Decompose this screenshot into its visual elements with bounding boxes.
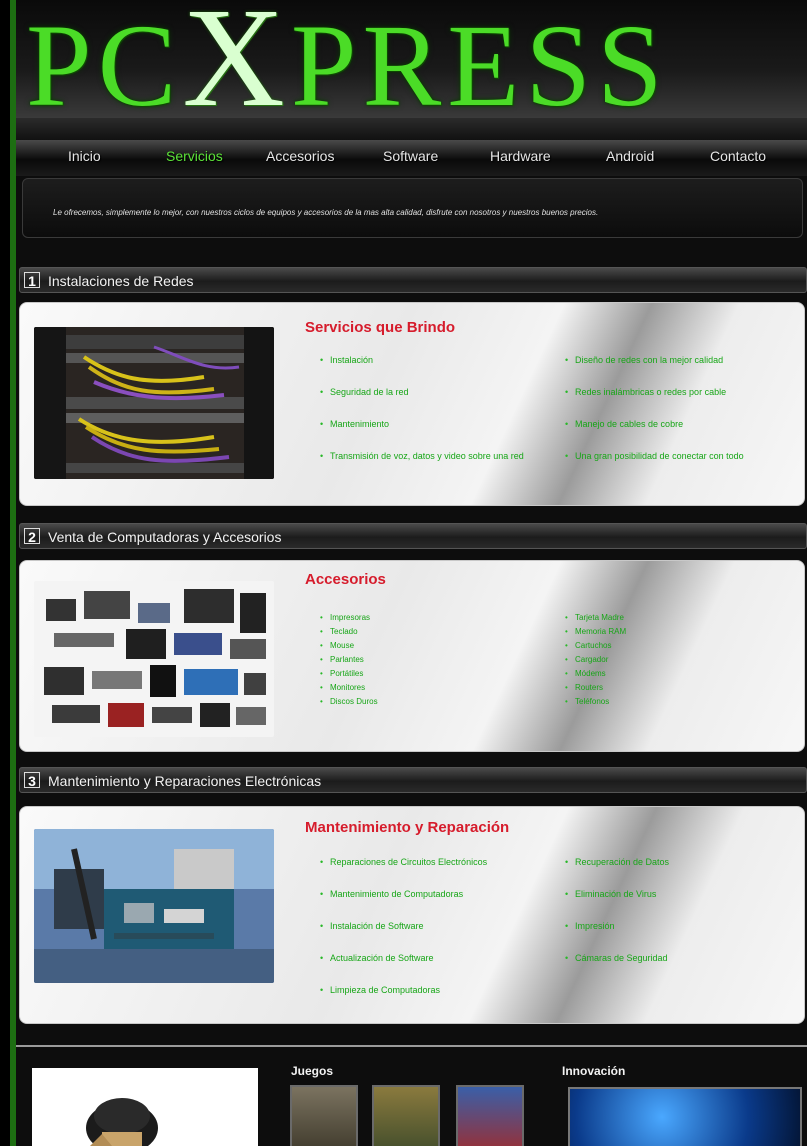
- footer-avatar-image: [32, 1068, 258, 1146]
- list-item: Módems: [565, 669, 606, 678]
- list-item: Mantenimiento: [320, 419, 389, 429]
- list-item: Parlantes: [320, 655, 364, 664]
- list-item: Cámaras de Seguridad: [565, 953, 668, 963]
- list-item: Routers: [565, 683, 603, 692]
- list-item: Limpieza de Computadoras: [320, 985, 440, 995]
- list-item: Portátiles: [320, 669, 363, 678]
- list-item: Discos Duros: [320, 697, 378, 706]
- list-item: Seguridad de la red: [320, 387, 409, 397]
- nav-software[interactable]: Software: [383, 148, 438, 164]
- nav-android[interactable]: Android: [606, 148, 654, 164]
- main-nav: Inicio Servicios Accesorios Software Har…: [16, 140, 807, 176]
- nav-hardware[interactable]: Hardware: [490, 148, 551, 164]
- list-item: Teclado: [320, 627, 358, 636]
- section-1-title: Instalaciones de Redes: [48, 273, 194, 289]
- section-3-card: Mantenimiento y Reparación Reparaciones …: [19, 806, 805, 1024]
- nav-inicio[interactable]: Inicio: [68, 148, 101, 164]
- list-item: Una gran posibilidad de conectar con tod…: [565, 451, 744, 461]
- section-2-heading: Accesorios: [305, 571, 386, 588]
- list-item: Cartuchos: [565, 641, 611, 650]
- list-item: Cargador: [565, 655, 608, 664]
- header-subband: [16, 118, 807, 140]
- accessories-image: [34, 581, 274, 737]
- section-3-title: Mantenimiento y Reparaciones Electrónica…: [48, 773, 322, 789]
- innovation-image[interactable]: [568, 1087, 802, 1146]
- section-3-heading: Mantenimiento y Reparación: [305, 819, 510, 836]
- nav-servicios[interactable]: Servicios: [166, 148, 223, 164]
- footer-innovation-title: Innovación: [562, 1064, 626, 1078]
- section-1-heading: Servicios que Brindo: [305, 319, 456, 336]
- list-item: Instalación de Software: [320, 921, 424, 931]
- network-rack-image: [34, 327, 274, 479]
- section-2-title: Venta de Computadoras y Accesorios: [48, 529, 282, 545]
- intro-box: Le ofrecemos, simplemente lo mejor, con …: [22, 178, 803, 238]
- nav-accesorios[interactable]: Accesorios: [266, 148, 334, 164]
- section-1-number: 1: [24, 272, 40, 289]
- footer-games-title: Juegos: [291, 1064, 334, 1078]
- section-1-card: Servicios que Brindo Instalación Segurid…: [19, 302, 805, 506]
- game-thumbnail[interactable]: [372, 1085, 440, 1146]
- section-2-bar: 2 Venta de Computadoras y Accesorios: [19, 523, 807, 549]
- list-item: Mouse: [320, 641, 354, 650]
- page: PCXPRESS Inicio Servicios Accesorios Sof…: [10, 0, 807, 1146]
- footer-divider: [16, 1045, 807, 1047]
- list-item: Impresión: [565, 921, 615, 931]
- list-item: Redes inalámbricas o redes por cable: [565, 387, 726, 397]
- site-header: PCXPRESS: [16, 0, 807, 131]
- game-thumbnail[interactable]: [290, 1085, 358, 1146]
- section-2-card: Accesorios Impresoras Teclado Mouse Parl…: [19, 560, 805, 752]
- list-item: Actualización de Software: [320, 953, 434, 963]
- game-thumbnail[interactable]: [456, 1085, 524, 1146]
- list-item: Recuperación de Datos: [565, 857, 669, 867]
- list-item: Memoria RAM: [565, 627, 626, 636]
- list-item: Mantenimiento de Computadoras: [320, 889, 463, 899]
- logo-press: PRESS: [290, 0, 669, 131]
- section-2-number: 2: [24, 528, 40, 545]
- repair-image: [34, 829, 274, 983]
- list-item: Tarjeta Madre: [565, 613, 624, 622]
- list-item: Manejo de cables de cobre: [565, 419, 683, 429]
- list-item: Impresoras: [320, 613, 370, 622]
- list-item: Monitores: [320, 683, 365, 692]
- section-3-number: 3: [24, 772, 40, 789]
- list-item: Instalación: [320, 355, 373, 365]
- list-item: Transmisión de voz, datos y video sobre …: [320, 451, 524, 461]
- section-1-bar: 1 Instalaciones de Redes: [19, 267, 807, 293]
- list-item: Eliminación de Virus: [565, 889, 656, 899]
- site-logo[interactable]: PCXPRESS: [26, 0, 806, 131]
- list-item: Teléfonos: [565, 697, 609, 706]
- list-item: Diseño de redes con la mejor calidad: [565, 355, 723, 365]
- logo-x: X: [182, 0, 291, 136]
- intro-text: Le ofrecemos, simplemente lo mejor, con …: [53, 208, 599, 217]
- list-item: Reparaciones de Circuitos Electrónicos: [320, 857, 487, 867]
- section-3-bar: 3 Mantenimiento y Reparaciones Electróni…: [19, 767, 807, 793]
- logo-pc: PC: [26, 0, 183, 131]
- nav-contacto[interactable]: Contacto: [710, 148, 766, 164]
